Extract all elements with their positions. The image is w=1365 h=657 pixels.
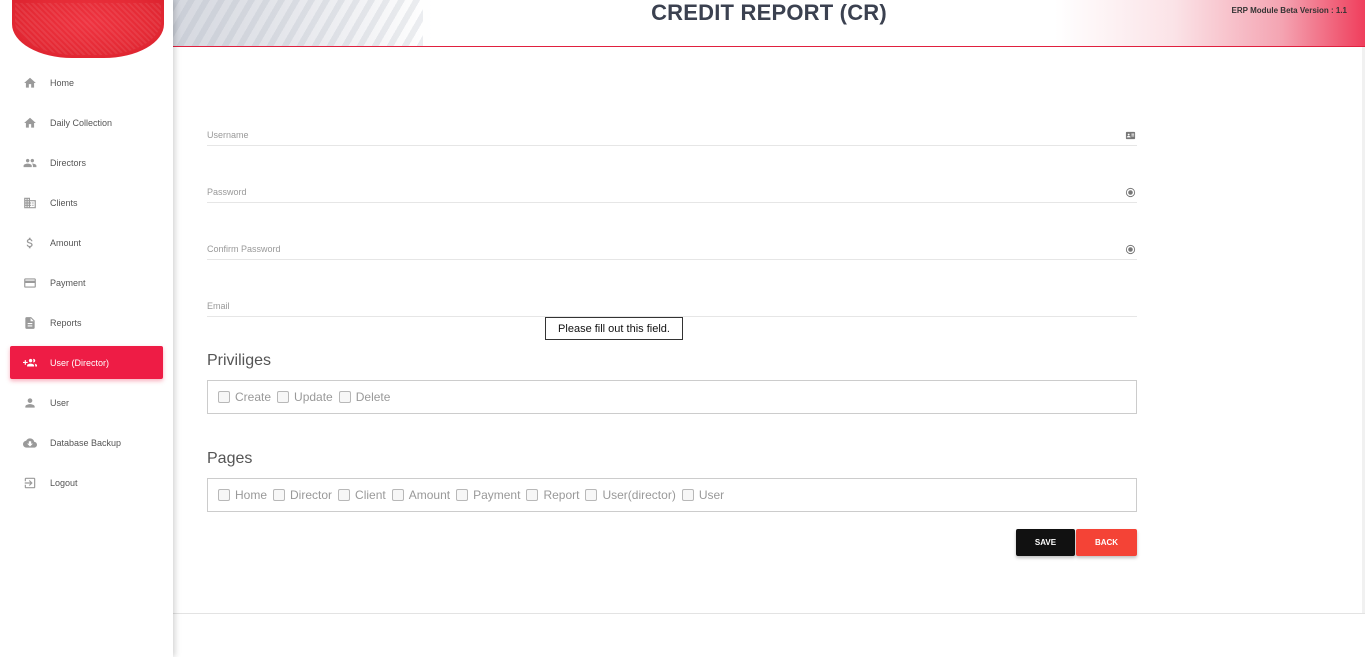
- sidebar-item-clients[interactable]: Clients: [10, 186, 163, 219]
- checkbox-icon[interactable]: [681, 489, 694, 501]
- page-client-checkbox[interactable]: Client: [338, 488, 386, 502]
- sidebar-item-label: Database Backup: [50, 437, 122, 448]
- checkbox-label: Report: [543, 488, 580, 502]
- page-amount-checkbox[interactable]: Amount: [391, 488, 451, 502]
- page-title: CREDIT REPORT (CR): [651, 0, 887, 25]
- sidebar-item-label: Logout: [50, 477, 78, 488]
- sidebar-item-home[interactable]: Home: [10, 66, 163, 99]
- sidebar-item-label: Reports: [50, 317, 82, 328]
- checkbox-label: Payment: [473, 488, 521, 502]
- page-report-checkbox[interactable]: Report: [526, 488, 579, 502]
- page-home-checkbox[interactable]: Home: [218, 488, 267, 502]
- building-icon: [10, 196, 50, 210]
- username-label: Username: [207, 130, 249, 140]
- add-group-icon: [10, 356, 50, 370]
- sidebar-item-database-backup[interactable]: Database Backup: [10, 426, 163, 459]
- checkbox-label: Delete: [355, 390, 391, 404]
- checkbox-icon[interactable]: [526, 489, 539, 501]
- checkbox-label: Amount: [408, 488, 451, 502]
- email-field[interactable]: Email: [207, 281, 1137, 317]
- sidebar-item-logout[interactable]: Logout: [10, 466, 163, 499]
- validation-tooltip: Please fill out this field.: [545, 317, 683, 340]
- checkbox-icon[interactable]: [277, 391, 290, 403]
- sidebar-item-label: Amount: [50, 237, 82, 248]
- back-button[interactable]: BACK: [1076, 529, 1137, 556]
- password-field[interactable]: Password: [207, 167, 1137, 203]
- person-icon: [10, 396, 50, 410]
- username-field[interactable]: Username: [207, 110, 1137, 146]
- privilege-create-checkbox[interactable]: Create: [218, 390, 271, 404]
- checkbox-icon[interactable]: [338, 391, 351, 403]
- sidebar-item-label: Home: [50, 77, 75, 88]
- checkbox-icon[interactable]: [273, 489, 286, 501]
- page-payment-checkbox[interactable]: Payment: [456, 488, 520, 502]
- credit-card-icon: [10, 276, 50, 290]
- sidebar: Home Daily Collection Directors Clients …: [0, 0, 173, 657]
- footer-divider: [173, 613, 1365, 614]
- sidebar-item-user[interactable]: User: [10, 386, 163, 419]
- checkbox-label: Client: [355, 488, 386, 502]
- people-icon: [10, 156, 50, 170]
- privileges-title: Priviliges: [207, 352, 272, 369]
- lock-icon: [1125, 242, 1137, 255]
- checkbox-label: Home: [235, 488, 268, 502]
- home-icon: [10, 116, 50, 130]
- home-icon: [10, 76, 50, 90]
- dollar-icon: [10, 236, 50, 250]
- privileges-box: Create Update Delete: [207, 380, 1137, 414]
- privilege-delete-checkbox[interactable]: Delete: [338, 390, 391, 404]
- pages-title: Pages: [207, 450, 253, 467]
- save-button[interactable]: SAVE: [1016, 529, 1075, 556]
- sidebar-item-daily-collection[interactable]: Daily Collection: [10, 106, 163, 139]
- pages-box: Home Director Client Amount Payment Repo…: [207, 478, 1137, 512]
- sidebar-item-label: Payment: [50, 277, 86, 288]
- checkbox-icon[interactable]: [391, 489, 404, 501]
- checkbox-icon[interactable]: [456, 489, 469, 501]
- privilege-update-checkbox[interactable]: Update: [277, 390, 333, 404]
- confirm-password-label: Confirm Password: [207, 244, 281, 254]
- checkbox-icon[interactable]: [218, 391, 230, 403]
- logo[interactable]: [12, 0, 164, 58]
- checkbox-label: User: [698, 488, 725, 502]
- sidebar-item-directors[interactable]: Directors: [10, 146, 163, 179]
- checkbox-icon[interactable]: [338, 489, 351, 501]
- sidebar-item-user-director[interactable]: User (Director): [10, 346, 163, 379]
- page-user-director-checkbox[interactable]: User(director): [585, 488, 676, 502]
- sidebar-item-label: Daily Collection: [50, 117, 113, 128]
- sidebar-nav: Home Daily Collection Directors Clients …: [10, 66, 163, 506]
- header: CREDIT REPORT (CR) ERP Module Beta Versi…: [173, 0, 1365, 47]
- document-icon: [10, 316, 50, 330]
- sidebar-item-label: Clients: [50, 197, 78, 208]
- sidebar-item-label: User (Director): [50, 357, 110, 368]
- id-card-icon: [1125, 128, 1137, 140]
- sidebar-item-label: User: [50, 397, 70, 408]
- cloud-download-icon: [10, 436, 50, 450]
- version-label: ERP Module Beta Version : 1.1: [1231, 6, 1347, 15]
- checkbox-label: Update: [294, 390, 333, 404]
- email-label: Email: [207, 301, 230, 311]
- user-form: Username Password Confirm Password Email: [207, 110, 1137, 338]
- logout-icon: [10, 476, 50, 490]
- page-user-checkbox[interactable]: User: [681, 488, 725, 502]
- checkbox-label: Create: [235, 390, 272, 404]
- checkbox-icon[interactable]: [218, 489, 230, 501]
- password-label: Password: [207, 187, 247, 197]
- sidebar-item-label: Directors: [50, 157, 87, 168]
- checkbox-icon[interactable]: [585, 489, 598, 501]
- sidebar-item-reports[interactable]: Reports: [10, 306, 163, 339]
- page-director-checkbox[interactable]: Director: [273, 488, 332, 502]
- checkbox-label: Director: [290, 488, 333, 502]
- sidebar-item-payment[interactable]: Payment: [10, 266, 163, 299]
- confirm-password-field[interactable]: Confirm Password: [207, 224, 1137, 260]
- sidebar-item-amount[interactable]: Amount: [10, 226, 163, 259]
- checkbox-label: User(director): [602, 488, 676, 502]
- lock-icon: [1125, 185, 1137, 198]
